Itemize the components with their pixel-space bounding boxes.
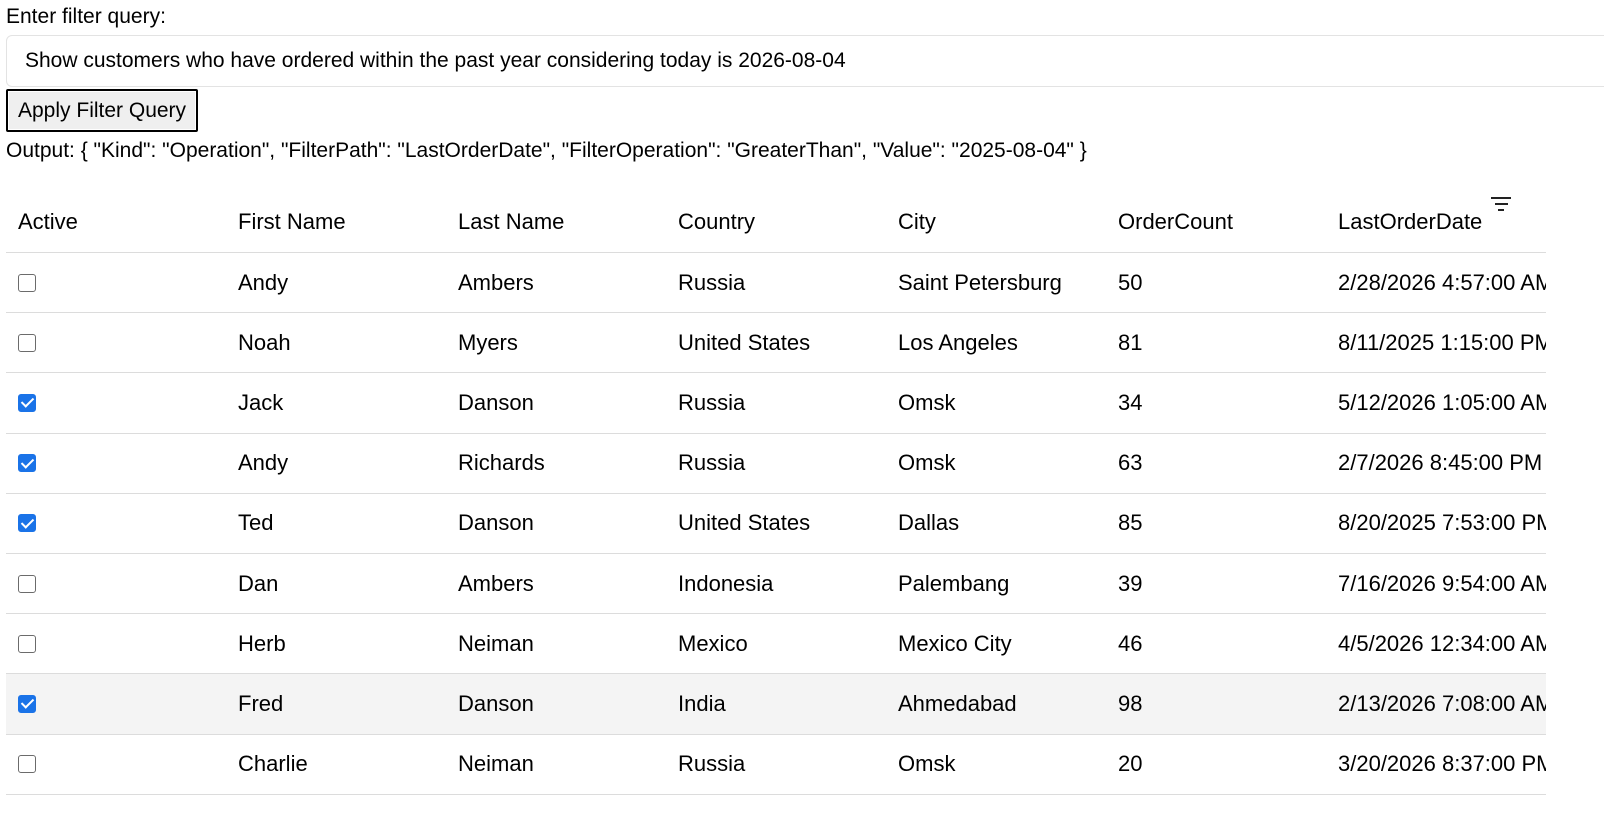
- order-count-cell: 81: [1118, 329, 1143, 355]
- active-checkbox[interactable]: [18, 454, 36, 473]
- active-cell: [6, 514, 226, 533]
- last-name-cell: Danson: [458, 389, 534, 415]
- last-order-date-cell: 2/13/2026 7:08:00 AM: [1338, 690, 1546, 716]
- city-cell: Omsk: [898, 751, 956, 777]
- active-checkbox[interactable]: [18, 514, 36, 533]
- last-name-cell: Richards: [458, 450, 545, 476]
- filter-query-input[interactable]: [6, 35, 1604, 87]
- last-order-date-cell: 7/16/2026 9:54:00 AM: [1338, 570, 1546, 596]
- country-cell: United States: [678, 329, 811, 355]
- first-name-cell: Ted: [238, 510, 274, 536]
- first-name-cell: Fred: [238, 690, 284, 716]
- active-checkbox[interactable]: [18, 574, 36, 593]
- country-cell: Russia: [678, 269, 746, 295]
- filter-icon[interactable]: [1491, 197, 1511, 213]
- last-order-date-cell: 8/11/2025 1:15:00 PM: [1338, 329, 1546, 355]
- first-name-cell: Dan: [238, 570, 279, 596]
- first-name-cell: Noah: [238, 329, 291, 355]
- active-checkbox[interactable]: [18, 333, 36, 352]
- last-name-cell: Danson: [458, 510, 534, 536]
- first-name-cell: Charlie: [238, 751, 308, 777]
- order-count-cell: 46: [1118, 630, 1143, 656]
- table-row[interactable]: Charlie Neiman Russia Omsk 20 3/20/2026 8:37:…: [6, 735, 1546, 795]
- active-checkbox[interactable]: [18, 393, 36, 412]
- order-count-cell: 85: [1118, 510, 1143, 536]
- filter-query-label: Enter filter query:: [6, 5, 166, 28]
- last-order-date-cell: 8/20/2025 7:53:00 PM: [1338, 510, 1546, 536]
- table-row[interactable]: Dan Ambers Indonesia Palembang 39 7/16/2026 9…: [6, 554, 1546, 615]
- city-cell: Ahmedabad: [898, 690, 1017, 716]
- table-row[interactable]: Fred Danson India Ahmedabad 98 2/13/2026 7:08…: [6, 674, 1546, 735]
- first-name-cell: Andy: [238, 269, 289, 295]
- column-header-order-count[interactable]: OrderCount: [1106, 209, 1326, 235]
- active-cell: [6, 273, 226, 292]
- last-order-date-cell: 4/5/2026 12:34:00 AM: [1338, 630, 1546, 656]
- country-cell: United States: [678, 510, 811, 536]
- customers-grid: Active First Name Last Name Country City…: [6, 192, 1546, 795]
- active-checkbox[interactable]: [18, 755, 36, 774]
- column-header-country[interactable]: Country: [666, 209, 886, 235]
- city-cell: Omsk: [898, 450, 956, 476]
- column-header-first-name[interactable]: First Name: [226, 209, 446, 235]
- order-count-cell: 50: [1118, 269, 1143, 295]
- filter-output: Output: { "Kind": "Operation", "FilterPa…: [6, 139, 1087, 162]
- last-name-cell: Neiman: [458, 630, 534, 656]
- last-name-cell: Myers: [458, 329, 518, 355]
- last-order-date-cell: 2/28/2026 4:57:00 AM: [1338, 269, 1546, 295]
- column-header-last-order-date-label: LastOrderDate: [1338, 209, 1483, 234]
- country-cell: Russia: [678, 751, 746, 777]
- first-name-cell: Andy: [238, 450, 289, 476]
- city-cell: Palembang: [898, 570, 1010, 596]
- city-cell: Mexico City: [898, 630, 1012, 656]
- country-cell: Russia: [678, 450, 746, 476]
- active-cell: [6, 574, 226, 593]
- country-cell: Indonesia: [678, 570, 774, 596]
- active-cell: [6, 393, 226, 412]
- city-cell: Los Angeles: [898, 329, 1018, 355]
- order-count-cell: 39: [1118, 570, 1143, 596]
- active-cell: [6, 333, 226, 352]
- last-name-cell: Ambers: [458, 269, 534, 295]
- table-row[interactable]: Andy Richards Russia Omsk 63 2/7/2026 8:45:00…: [6, 434, 1546, 494]
- column-header-last-name[interactable]: Last Name: [446, 209, 666, 235]
- city-cell: Dallas: [898, 510, 960, 536]
- column-header-city[interactable]: City: [886, 209, 1106, 235]
- last-name-cell: Danson: [458, 690, 534, 716]
- last-order-date-cell: 3/20/2026 8:37:00 PM: [1338, 751, 1546, 777]
- active-cell: [6, 454, 226, 473]
- last-name-cell: Neiman: [458, 751, 534, 777]
- page: Enter filter query: Apply Filter Query O…: [0, 0, 1604, 814]
- active-cell: [6, 634, 226, 653]
- table-row[interactable]: Jack Danson Russia Omsk 34 5/12/2026 1:05:00 …: [6, 373, 1546, 434]
- column-header-active[interactable]: Active: [6, 209, 226, 235]
- last-order-date-cell: 5/12/2026 1:05:00 AM: [1338, 389, 1546, 415]
- last-order-date-cell: 2/7/2026 8:45:00 PM: [1338, 450, 1543, 476]
- city-cell: Saint Petersburg: [898, 269, 1062, 295]
- table-row[interactable]: Herb Neiman Mexico Mexico City 46 4/5/2026 12…: [6, 614, 1546, 675]
- first-name-cell: Herb: [238, 630, 286, 656]
- apply-filter-button[interactable]: Apply Filter Query: [6, 89, 199, 132]
- grid-body: Andy Ambers Russia Saint Petersburg 50 2/28/2…: [6, 253, 1546, 795]
- column-header-last-order-date[interactable]: LastOrderDate: [1326, 197, 1546, 235]
- order-count-cell: 63: [1118, 450, 1143, 476]
- country-cell: India: [678, 690, 726, 716]
- active-cell: [6, 694, 226, 713]
- table-row[interactable]: Andy Ambers Russia Saint Petersburg 50 2/28/2…: [6, 253, 1546, 314]
- grid-header: Active First Name Last Name Country City…: [6, 192, 1546, 253]
- city-cell: Omsk: [898, 389, 956, 415]
- country-cell: Mexico: [678, 630, 748, 656]
- order-count-cell: 20: [1118, 751, 1143, 777]
- active-checkbox[interactable]: [18, 694, 36, 713]
- country-cell: Russia: [678, 389, 746, 415]
- first-name-cell: Jack: [238, 389, 284, 415]
- active-cell: [6, 755, 226, 774]
- table-row[interactable]: Noah Myers United States Los Angeles 81 8/11/…: [6, 313, 1546, 374]
- last-name-cell: Ambers: [458, 570, 534, 596]
- order-count-cell: 98: [1118, 690, 1143, 716]
- active-checkbox[interactable]: [18, 273, 36, 292]
- active-checkbox[interactable]: [18, 634, 36, 653]
- table-row[interactable]: Ted Danson United States Dallas 85 8/20/2025 …: [6, 494, 1546, 554]
- order-count-cell: 34: [1118, 389, 1143, 415]
